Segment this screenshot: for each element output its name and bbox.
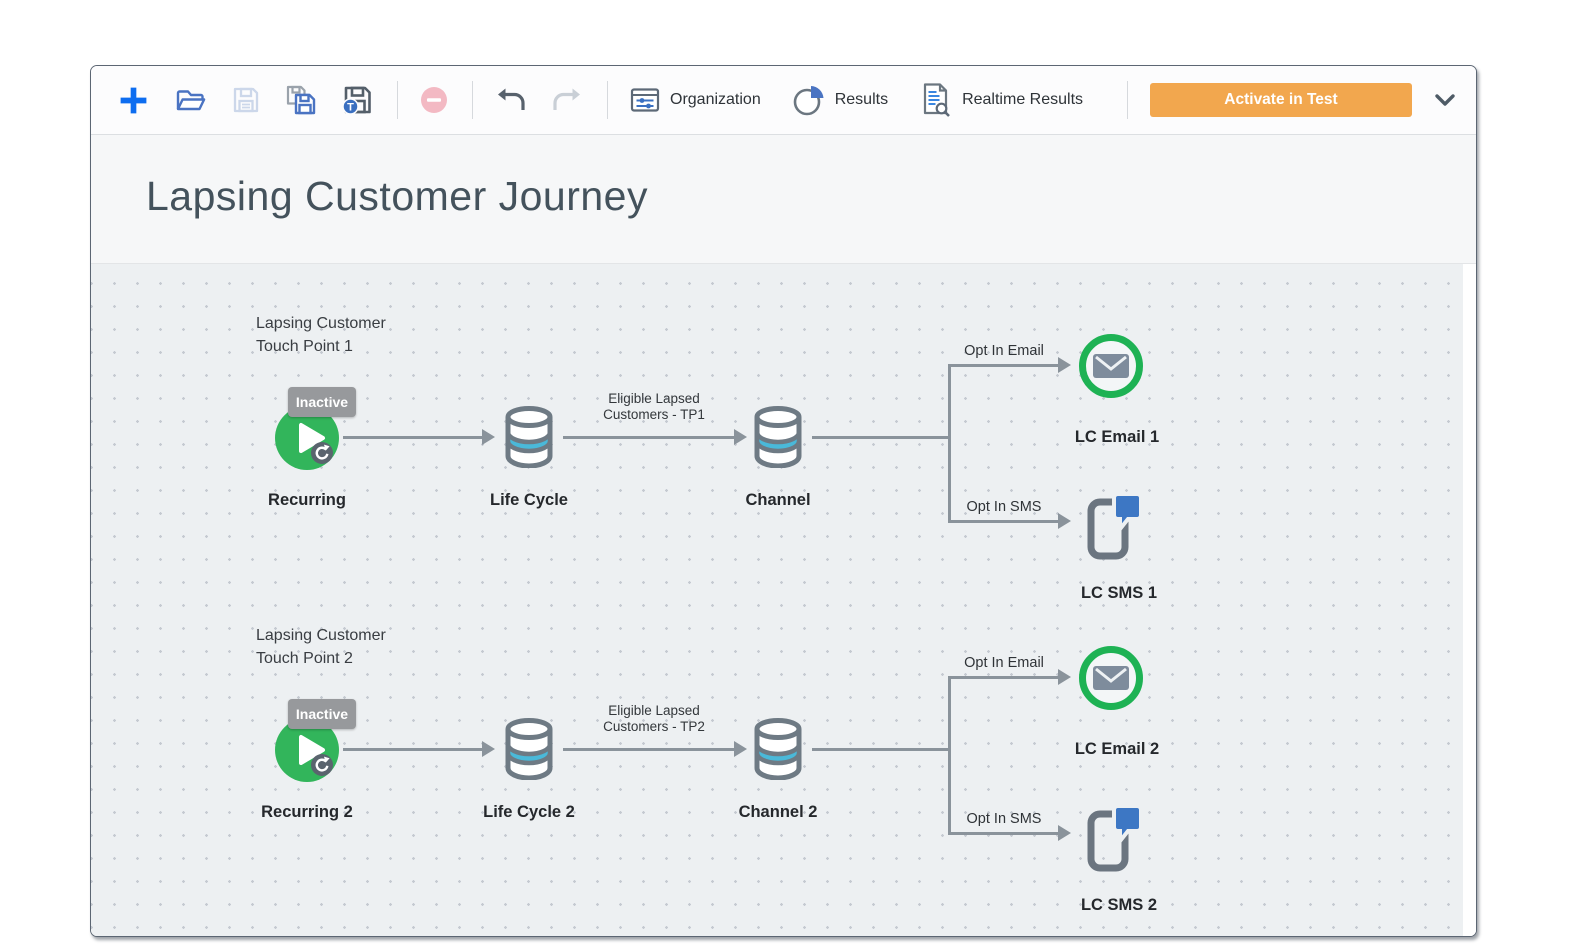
start-node-label: Recurring 2 (227, 803, 387, 822)
activate-in-test-button[interactable]: Activate in Test (1150, 83, 1412, 117)
save-copy-button[interactable] (285, 84, 317, 116)
email-campaign-node[interactable] (1079, 646, 1143, 710)
start-node-label: Recurring (227, 491, 387, 510)
organization-icon (630, 86, 660, 114)
connector-line (950, 832, 1059, 835)
arrowhead (1058, 669, 1071, 685)
envelope-icon (1091, 663, 1131, 693)
toolbar-separator (397, 81, 398, 119)
email-node-label: LC Email 1 (1037, 428, 1197, 447)
minus-circle-icon (420, 86, 448, 114)
sms-branch-label: Opt In SMS (924, 499, 1084, 515)
email-campaign-node[interactable] (1079, 334, 1143, 398)
toolbar-separator (1127, 81, 1128, 119)
sms-node-label: LC SMS 2 (1039, 896, 1199, 915)
refresh-icon (311, 442, 333, 464)
channel-node[interactable] (746, 404, 810, 468)
delete-button[interactable] (420, 86, 448, 114)
sms-campaign-node[interactable] (1081, 802, 1147, 883)
refresh-icon (311, 754, 333, 776)
email-node-label: LC Email 2 (1037, 740, 1197, 759)
arrowhead (482, 429, 495, 445)
status-badge-inactive: Inactive (288, 699, 356, 729)
database-icon (746, 404, 810, 468)
organization-button[interactable]: Organization (630, 86, 761, 114)
journey-branch-2: Lapsing Customer Touch Point 2 Inactive … (91, 576, 1476, 921)
connector-line (563, 748, 735, 751)
arrowhead (482, 741, 495, 757)
save-template-icon: T (341, 84, 373, 116)
lifecycle-node[interactable] (497, 716, 561, 780)
database-icon (746, 716, 810, 780)
journey-builder-window: T (90, 65, 1477, 937)
scrollbar-track[interactable] (1463, 264, 1476, 936)
channel-node-label: Channel (698, 491, 858, 510)
edge-label: Eligible Lapsed Customers - TP1 (554, 391, 754, 423)
status-badge-inactive: Inactive (288, 387, 356, 417)
results-label: Results (835, 91, 888, 109)
database-icon (497, 404, 561, 468)
email-branch-label: Opt In Email (924, 655, 1084, 671)
save-icon (231, 85, 261, 115)
lifecycle-node[interactable] (497, 404, 561, 468)
sms-branch-label: Opt In SMS (924, 811, 1084, 827)
sms-campaign-node[interactable] (1081, 490, 1147, 571)
connector-line (812, 748, 951, 751)
channel-node-label: Channel 2 (698, 803, 858, 822)
realtime-results-button[interactable]: Realtime Results (920, 82, 1083, 118)
redo-icon (551, 87, 583, 113)
channel-node[interactable] (746, 716, 810, 780)
lifecycle-node-label: Life Cycle 2 (449, 803, 609, 822)
redo-button[interactable] (551, 87, 583, 113)
envelope-icon (1091, 351, 1131, 381)
arrowhead (1058, 357, 1071, 373)
connector-line (950, 676, 1059, 679)
edge-label: Eligible Lapsed Customers - TP2 (554, 703, 754, 735)
undo-button[interactable] (495, 87, 527, 113)
email-branch-label: Opt In Email (924, 343, 1084, 359)
page-title: Lapsing Customer Journey (146, 173, 648, 220)
save-copy-icon (285, 84, 317, 116)
database-icon (497, 716, 561, 780)
phone-sms-icon (1081, 490, 1147, 566)
toolbar: T (91, 66, 1476, 135)
journey-branch-1: Lapsing Customer Touch Point 1 Inactive … (91, 264, 1476, 609)
save-template-button[interactable]: T (341, 84, 373, 116)
toolbar-separator (607, 81, 608, 119)
realtime-results-icon (920, 82, 952, 118)
lifecycle-node-label: Life Cycle (449, 491, 609, 510)
connector-line (343, 436, 483, 439)
touchpoint-annotation: Lapsing Customer Touch Point 1 (256, 312, 386, 358)
results-pie-icon (793, 84, 825, 116)
save-button[interactable] (231, 85, 261, 115)
connector-line (343, 748, 483, 751)
connector-line (950, 520, 1059, 523)
undo-icon (495, 87, 527, 113)
arrowhead (1058, 513, 1071, 529)
journey-header: Lapsing Customer Journey (91, 135, 1476, 264)
activate-options-button[interactable] (1432, 90, 1458, 110)
svg-text:T: T (347, 102, 354, 114)
connector-line (563, 436, 735, 439)
open-button[interactable] (174, 85, 207, 115)
plus-icon (117, 84, 150, 117)
open-folder-icon (174, 85, 207, 115)
organization-label: Organization (670, 91, 761, 109)
connector-line (812, 436, 951, 439)
chevron-down-icon (1432, 90, 1458, 110)
toolbar-separator (472, 81, 473, 119)
touchpoint-annotation: Lapsing Customer Touch Point 2 (256, 624, 386, 670)
realtime-results-label: Realtime Results (962, 91, 1083, 109)
phone-sms-icon (1081, 802, 1147, 878)
results-button[interactable]: Results (793, 84, 888, 116)
new-button[interactable] (117, 84, 150, 117)
connector-line (950, 364, 1059, 367)
arrowhead (1058, 825, 1071, 841)
journey-canvas[interactable]: Lapsing Customer Touch Point 1 Inactive … (91, 264, 1476, 936)
